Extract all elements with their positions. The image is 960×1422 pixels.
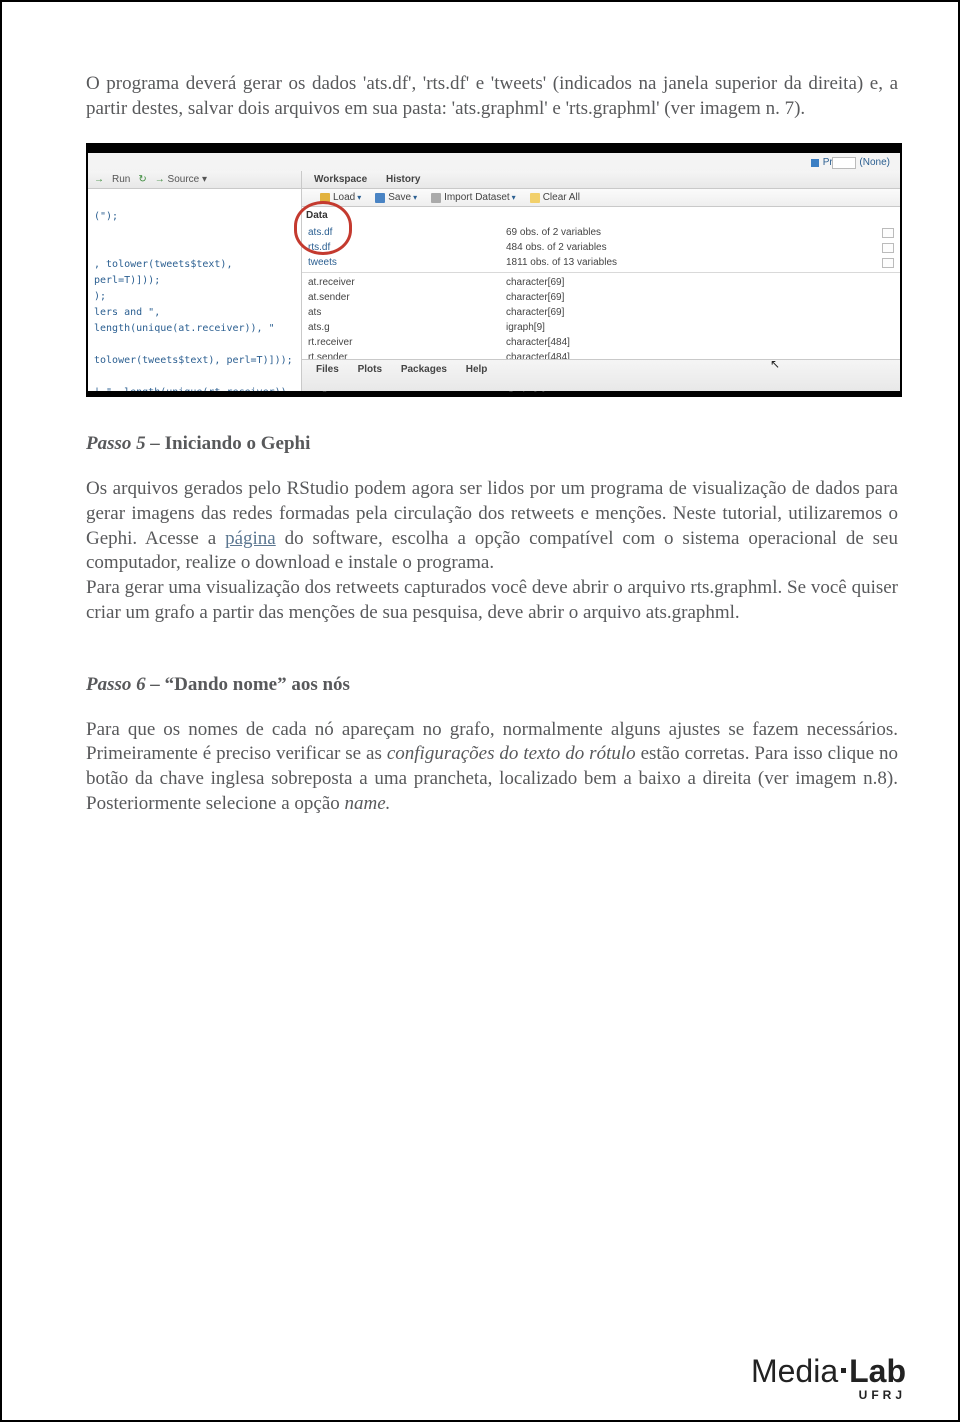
screenshot-inner: Project: (None) → Run ↻ → Source ▾ ("); … [88,153,900,391]
env-toolbar: Load Save Import Dataset Clear All [302,189,900,207]
cursor-icon: ↖ [770,357,780,371]
code-line [94,225,295,241]
step-title: “Dando nome” aos nós [165,674,350,695]
view-icon[interactable] [882,258,894,268]
clear-button[interactable]: Clear All [530,189,580,206]
step-label: Passo 5 – [86,433,165,454]
logo-sub: UFRJ [751,1388,906,1402]
env-tabs: Workspace History [302,171,900,189]
load-button[interactable]: Load [320,189,361,206]
data-header: Data [302,207,900,225]
source-pane: → Run ↻ → Source ▾ ("); , tolower(tweets… [88,171,302,391]
step-label: Passo 6 – [86,674,165,695]
intro-paragraph: O programa deverá gerar os dados 'ats.df… [86,72,898,121]
passo5-heading: Passo 5 – Iniciando o Gephi [86,433,898,455]
source-code: ("); , tolower(tweets$text), perl=T)]));… [88,189,301,391]
code-line [94,193,295,209]
tab-plots[interactable]: Plots [350,364,390,375]
code-line: tolower(tweets$text), perl=T)])); [94,353,295,369]
code-line: ); [94,289,295,305]
pagina-link[interactable]: página [225,528,276,549]
config-italic: configurações do texto do rótulo [387,743,636,764]
files-pane: Files Plots Packages Help [302,359,900,391]
rerun-icon[interactable]: ↻ [138,174,146,185]
view-icon[interactable] [882,228,894,238]
env-data-row[interactable]: ats.df 69 obs. of 2 variables [302,225,900,240]
save-button[interactable]: Save [375,189,417,206]
tab-packages[interactable]: Packages [393,364,455,375]
code-line [94,369,295,385]
source-toolbar: → Run ↻ → Source ▾ [88,171,301,189]
logo-dot-icon [841,1368,846,1373]
step-title: Iniciando o Gephi [165,433,311,454]
env-value-row[interactable]: atscharacter[69] [302,305,900,320]
env-value-row[interactable]: rt.receivercharacter[484] [302,335,900,350]
rstudio-screenshot: Project: (None) → Run ↻ → Source ▾ ("); … [86,143,902,397]
pane-controls[interactable] [832,157,856,169]
name-italic: name. [345,793,391,814]
code-line [94,337,295,353]
env-value-row[interactable]: at.sendercharacter[69] [302,290,900,305]
run-button[interactable]: Run [112,174,130,185]
code-line: | ", length(unique(rt.receiver)), " rece… [94,385,295,391]
view-icon[interactable] [882,243,894,253]
source-button[interactable]: → Source ▾ [155,174,207,185]
tab-help[interactable]: Help [458,364,496,375]
logo-main: MediaLab [751,1353,906,1390]
code-line: ("); [94,209,295,225]
tab-files[interactable]: Files [308,364,347,375]
passo5-para1: Os arquivos gerados pelo RStudio podem a… [86,477,898,576]
document-page: O programa deverá gerar os dados 'ats.df… [0,0,960,1422]
env-data-row[interactable]: rts.df 484 obs. of 2 variables [302,240,900,255]
env-data-row[interactable]: tweets 1811 obs. of 13 variables [302,255,900,270]
tab-history[interactable]: History [378,171,428,189]
medialab-logo: MediaLab UFRJ [751,1353,906,1402]
import-button[interactable]: Import Dataset [431,189,516,206]
code-line: , tolower(tweets$text), perl=T)])); [94,257,295,289]
code-line: lers and ", length(unique(at.receiver)),… [94,305,295,337]
tab-workspace[interactable]: Workspace [306,171,375,189]
code-line [94,241,295,257]
env-value-row[interactable]: ats.gigraph[9] [302,320,900,335]
environment-pane: Workspace History Load Save Import Datas… [302,171,900,391]
passo6-heading: Passo 6 – “Dando nome” aos nós [86,674,898,696]
passo6-para1: Para que os nomes de cada nó apareçam no… [86,718,898,817]
passo5-para2: Para gerar uma visualização dos retweets… [86,576,898,625]
env-value-row[interactable]: at.receivercharacter[69] [302,275,900,290]
run-icon: → [94,174,104,185]
